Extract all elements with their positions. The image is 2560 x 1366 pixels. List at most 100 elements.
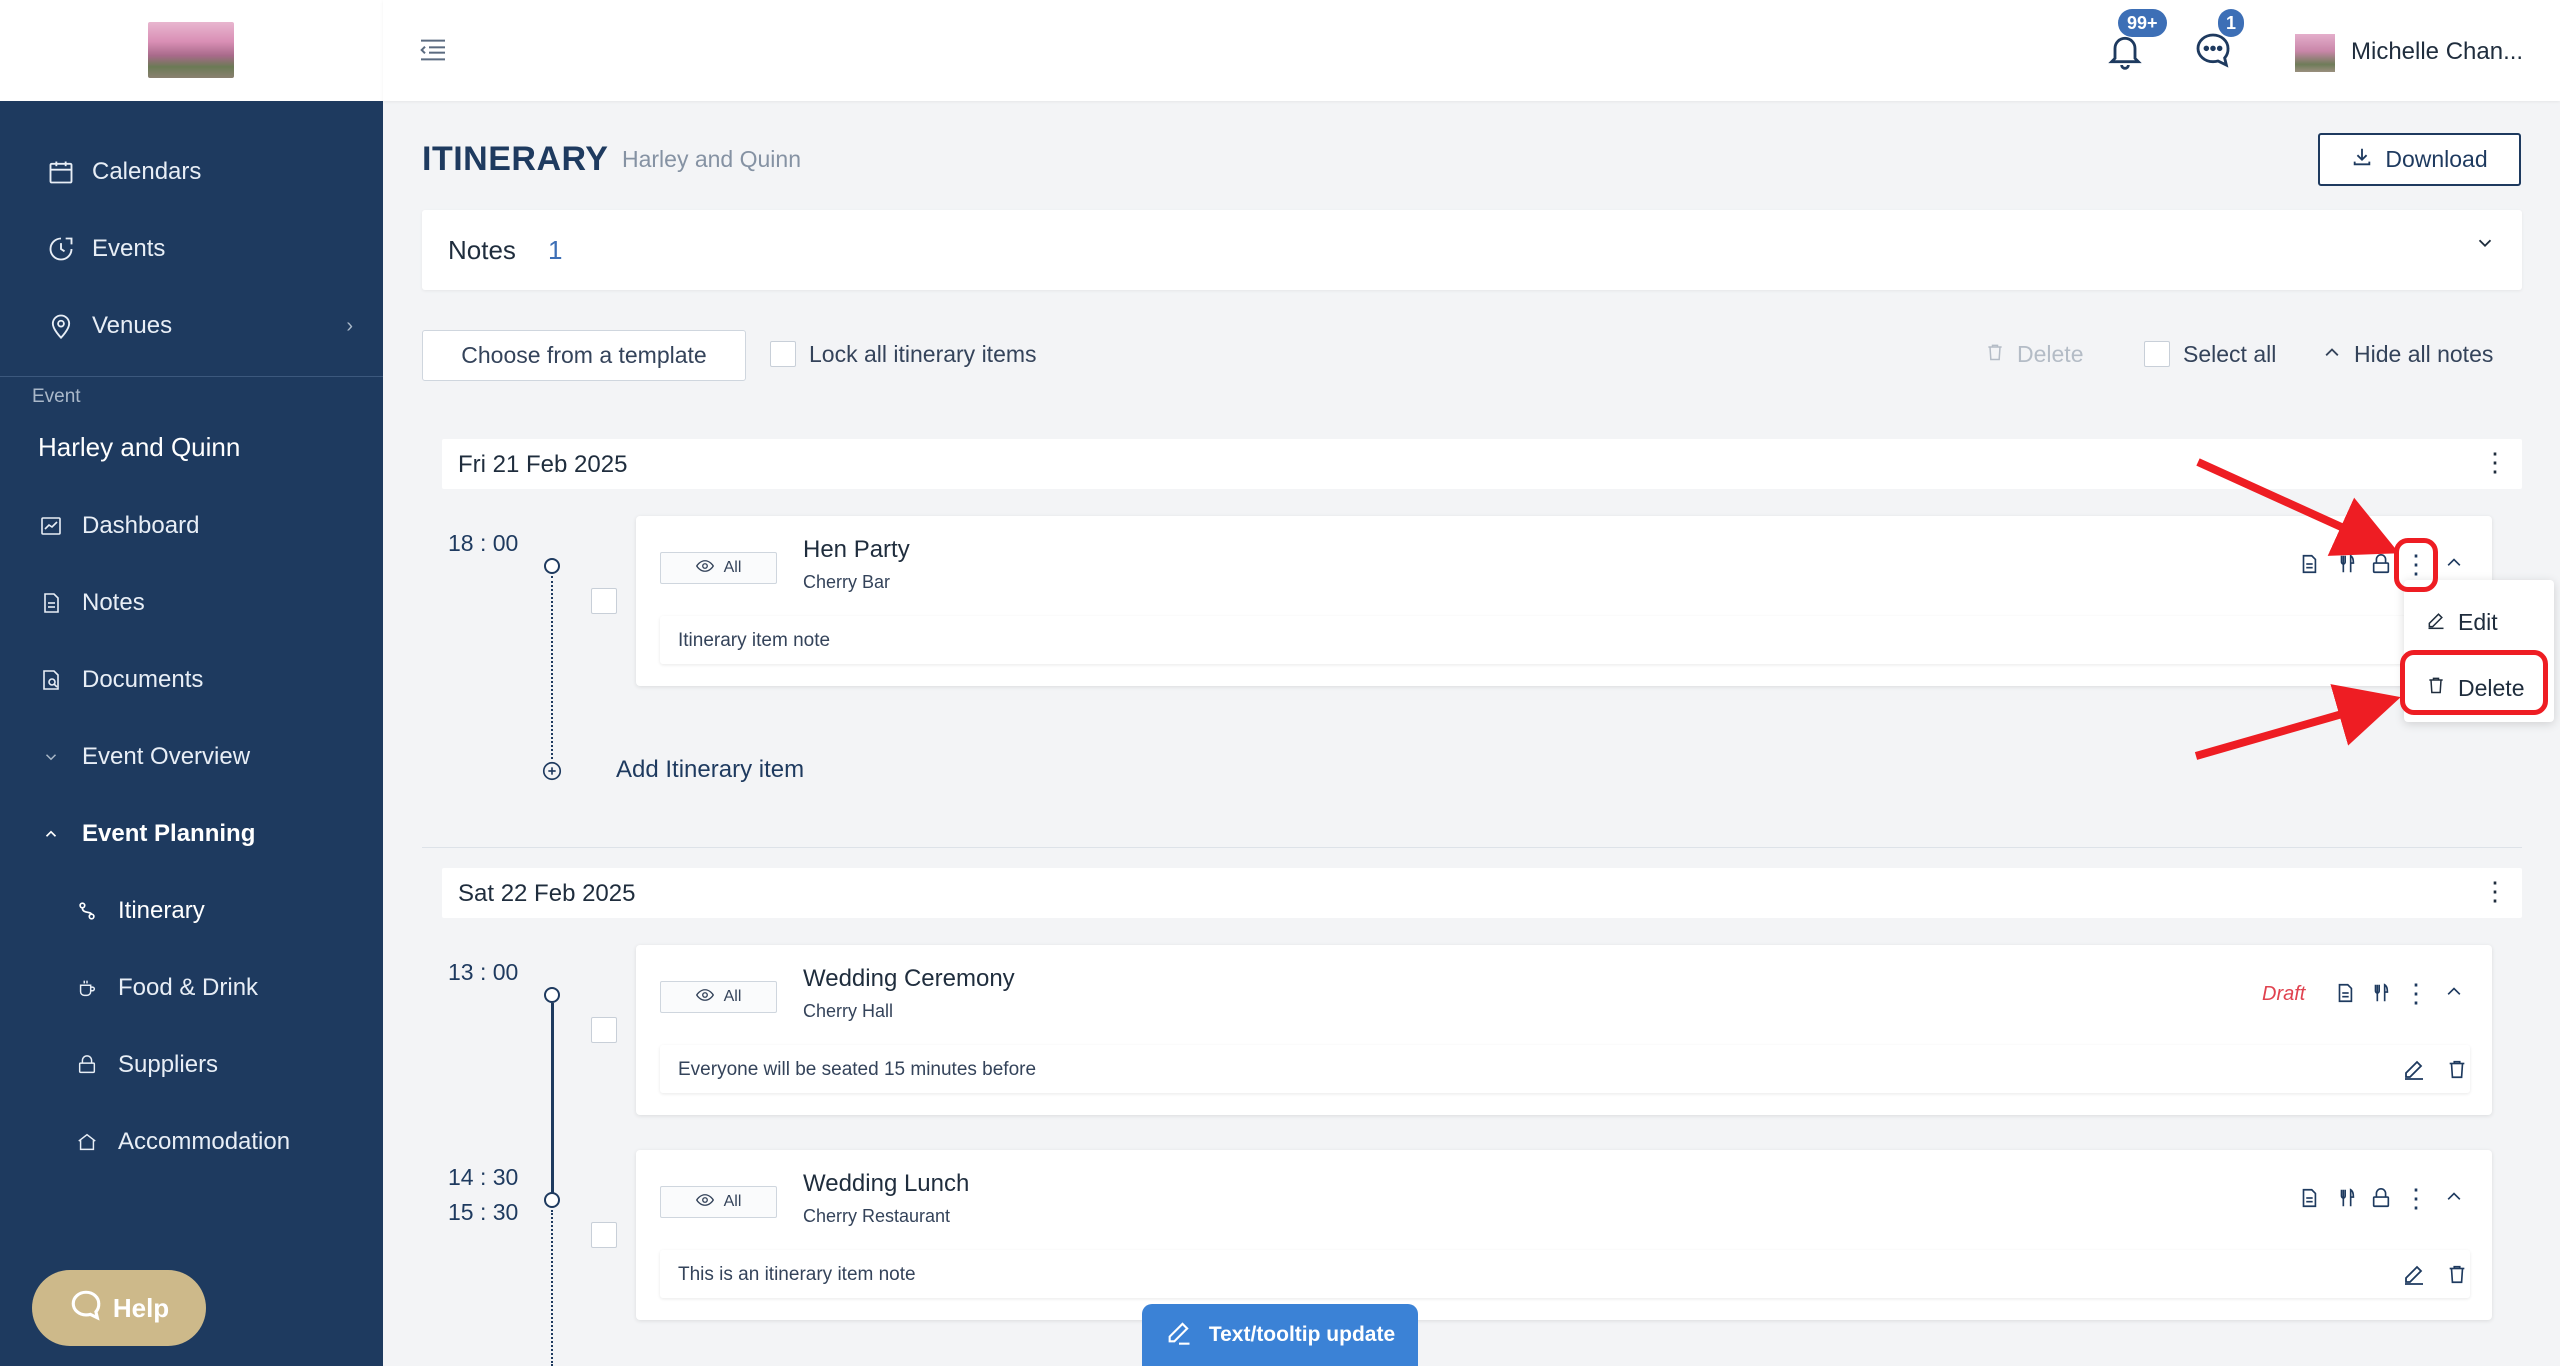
- more-vertical-icon[interactable]: ⋮: [2403, 980, 2429, 1006]
- sidebar-item-label: Venues: [92, 312, 173, 339]
- item-time: 18 : 00: [448, 530, 519, 556]
- chat-bubble-icon: [69, 1288, 103, 1329]
- lock-icon[interactable]: [2370, 552, 2394, 576]
- add-circle-icon[interactable]: [541, 760, 563, 787]
- eye-icon: [695, 988, 714, 1007]
- draft-status: Draft: [2262, 983, 2306, 1005]
- visibility-label: All: [723, 559, 742, 576]
- item-note-text: Everyone will be seated 15 minutes befor…: [678, 1059, 1037, 1080]
- sidebar: Calendars Events Venues › Event Harley a…: [0, 0, 383, 1366]
- context-menu-edit-label: Edit: [2458, 608, 2498, 635]
- notifications-badge: 99+: [2118, 9, 2167, 37]
- day-date: Fri 21 Feb 2025: [458, 451, 628, 478]
- event-section-label: Event: [32, 386, 81, 407]
- item-title: Wedding Lunch: [803, 1170, 970, 1197]
- delete-selected-button[interactable]: Delete: [1985, 341, 2083, 368]
- sidebar-item-label: Suppliers: [118, 1051, 219, 1078]
- sidebar-item-events[interactable]: Events: [0, 217, 383, 281]
- menu-collapse-icon[interactable]: [417, 34, 449, 66]
- text-tooltip-update-label: Text/tooltip update: [1208, 1323, 1396, 1346]
- sidebar-item-dashboard[interactable]: Dashboard: [0, 494, 383, 558]
- logo-image[interactable]: [148, 22, 234, 78]
- download-icon: [2351, 146, 2373, 174]
- select-all-checkbox[interactable]: [2144, 341, 2170, 367]
- cutlery-icon[interactable]: [2336, 1186, 2360, 1210]
- sidebar-item-venues[interactable]: Venues ›: [0, 294, 383, 358]
- sidebar-item-food-drink[interactable]: Food & Drink: [0, 956, 383, 1020]
- sidebar-item-event-planning[interactable]: Event Planning: [0, 802, 383, 866]
- sidebar-item-itinerary[interactable]: Itinerary: [0, 879, 383, 943]
- lock-all-label: Lock all itinerary items: [809, 341, 1037, 367]
- more-vertical-icon[interactable]: ⋮: [2482, 876, 2508, 907]
- item-end-time: 15 : 30: [448, 1199, 519, 1225]
- notes-label: Notes: [448, 235, 516, 265]
- hide-all-notes-button[interactable]: Hide all notes: [2322, 341, 2493, 368]
- trash-icon[interactable]: [2446, 1057, 2468, 1086]
- notes-icon: [36, 588, 66, 618]
- choose-template-button[interactable]: Choose from a template: [422, 330, 746, 381]
- more-vertical-icon[interactable]: ⋮: [2482, 447, 2508, 478]
- sidebar-item-calendars[interactable]: Calendars: [0, 140, 383, 204]
- cutlery-icon[interactable]: [2336, 552, 2360, 576]
- pencil-edit-icon[interactable]: [2402, 1262, 2426, 1291]
- item-venue: Cherry Bar: [803, 572, 891, 592]
- item-note-row: This is an itinerary item note: [660, 1250, 2470, 1298]
- trash-icon[interactable]: [2446, 1262, 2468, 1291]
- item-time: 13 : 00: [448, 959, 519, 985]
- timeline-node: [544, 1192, 560, 1208]
- avatar[interactable]: [2295, 34, 2335, 72]
- pencil-edit-icon: [1165, 1318, 1193, 1352]
- notes-accordion[interactable]: Notes 1: [422, 210, 2522, 290]
- lock-icon[interactable]: [2370, 1186, 2394, 1210]
- sidebar-item-suppliers[interactable]: Suppliers: [0, 1033, 383, 1097]
- document-icon[interactable]: [2334, 981, 2358, 1005]
- user-name[interactable]: Michelle Chan...: [2351, 38, 2523, 66]
- event-name: Harley and Quinn: [38, 432, 241, 462]
- visibility-button[interactable]: All: [660, 1186, 777, 1218]
- day-header: Sat 22 Feb 2025 ⋮: [442, 868, 2522, 918]
- document-icon[interactable]: [2298, 1186, 2322, 1210]
- pencil-edit-icon[interactable]: [2402, 1057, 2426, 1086]
- sidebar-item-documents[interactable]: Documents: [0, 648, 383, 712]
- itinerary-item-card[interactable]: All Wedding Ceremony Cherry Hall Draft ⋮…: [636, 945, 2492, 1115]
- chevron-right-icon: ›: [346, 314, 353, 337]
- sidebar-divider: [0, 376, 383, 377]
- text-tooltip-update-button[interactable]: Text/tooltip update: [1142, 1304, 1418, 1366]
- itinerary-item-card[interactable]: All Hen Party Cherry Bar ⋮ Itinerary ite…: [636, 516, 2492, 686]
- chevron-up-icon[interactable]: [2444, 1186, 2468, 1210]
- context-menu-edit[interactable]: Edit: [2404, 592, 2554, 652]
- visibility-button[interactable]: All: [660, 552, 777, 584]
- chevron-up-icon[interactable]: [2444, 981, 2468, 1005]
- itinerary-icon: [72, 896, 102, 926]
- add-itinerary-item-link[interactable]: Add Itinerary item: [616, 756, 804, 784]
- delete-label: Delete: [2017, 341, 2084, 367]
- timeline-line: [551, 1003, 554, 1195]
- item-title: Hen Party: [803, 536, 910, 563]
- download-button[interactable]: Download: [2318, 133, 2521, 186]
- lock-all-checkbox[interactable]: [770, 341, 796, 367]
- sidebar-item-accommodation[interactable]: Accommodation: [0, 1110, 383, 1174]
- suppliers-icon: [72, 1050, 102, 1080]
- document-icon[interactable]: [2298, 552, 2322, 576]
- more-vertical-icon[interactable]: ⋮: [2403, 1185, 2429, 1211]
- page-title: ITINERARY: [422, 140, 609, 178]
- item-select-checkbox[interactable]: [591, 1017, 617, 1043]
- sidebar-item-notes[interactable]: Notes: [0, 571, 383, 635]
- visibility-button[interactable]: All: [660, 981, 777, 1013]
- sidebar-item-event-overview[interactable]: Event Overview: [0, 725, 383, 789]
- item-select-checkbox[interactable]: [591, 588, 617, 614]
- annotation-highlight-delete: [2400, 650, 2548, 715]
- sidebar-item-label: Event Overview: [82, 743, 251, 770]
- day-date: Sat 22 Feb 2025: [458, 880, 636, 907]
- item-select-checkbox[interactable]: [591, 1222, 617, 1248]
- sidebar-item-label: Notes: [82, 589, 145, 616]
- itinerary-item-card[interactable]: All Wedding Lunch Cherry Restaurant ⋮ Th…: [636, 1150, 2492, 1320]
- messages-badge: 1: [2218, 9, 2245, 37]
- item-title: Wedding Ceremony: [803, 965, 1015, 992]
- cutlery-icon[interactable]: [2370, 981, 2394, 1005]
- sidebar-item-label: Dashboard: [82, 512, 200, 539]
- help-button[interactable]: Help: [32, 1270, 206, 1346]
- timeline-line: [551, 1210, 553, 1366]
- day-separator: [422, 847, 2522, 848]
- chevron-up-icon[interactable]: [2444, 552, 2468, 576]
